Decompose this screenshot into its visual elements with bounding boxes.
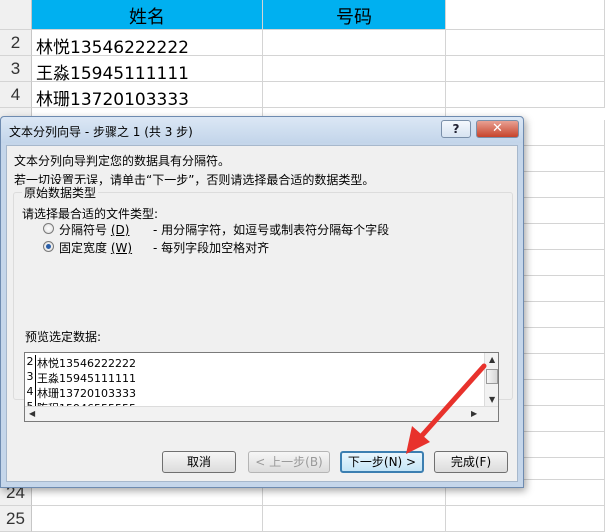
preview-row-number: 4 (25, 385, 36, 400)
dialog-body: 文本分列向导判定您的数据具有分隔符。 若一切设置无误，请单击“下一步”，否则请选… (6, 145, 518, 482)
fixed-width-text: 固定宽度 (59, 241, 108, 255)
cell-header-phone[interactable]: 号码 (263, 0, 446, 30)
preview-label: 预览选定数据: (25, 330, 102, 344)
cell-empty[interactable] (263, 488, 446, 506)
preview-row-number: 2 (25, 355, 36, 370)
cell-empty[interactable] (446, 0, 605, 30)
cell-empty[interactable] (446, 506, 605, 532)
cell-empty[interactable] (263, 506, 446, 532)
cell-empty[interactable] (524, 224, 605, 250)
scroll-right-icon[interactable]: ▶ (471, 409, 477, 418)
delimited-label[interactable]: 分隔符号 (D) (59, 221, 129, 238)
cell-phone-4[interactable] (263, 82, 446, 108)
preview-row-number: 3 (25, 370, 36, 385)
delimited-text: 分隔符号 (59, 223, 108, 237)
scroll-left-icon[interactable]: ◀ (29, 409, 35, 418)
scroll-thumb[interactable] (486, 369, 498, 384)
choose-type-label: 请选择最合适的文件类型: (22, 207, 159, 221)
preview-row: 2 林悦13546222222 (25, 355, 485, 370)
delimited-desc: - 用分隔字符，如逗号或制表符分隔每个字段 (153, 223, 390, 237)
cell-phone-2[interactable] (263, 30, 446, 56)
cell-name-3[interactable]: 王淼15945111111 (32, 56, 263, 84)
delimited-radio[interactable] (43, 223, 54, 234)
row-header-1[interactable] (0, 0, 32, 30)
row-header-2[interactable]: 2 (0, 30, 32, 56)
cancel-button[interactable]: 取消 (162, 451, 236, 473)
cell-name-2[interactable]: 林悦13546222222 (32, 30, 263, 58)
cell-empty[interactable] (524, 146, 605, 172)
cell-empty[interactable] (524, 328, 605, 354)
preview-horizontal-scrollbar[interactable]: ◀ ▶ (25, 406, 498, 421)
cell-empty[interactable] (524, 198, 605, 224)
row-header-25[interactable]: 25 (0, 506, 32, 532)
help-button[interactable]: ? (441, 120, 471, 138)
cell-empty[interactable] (32, 506, 263, 532)
cell-phone-3[interactable] (263, 56, 446, 82)
group-title: 原始数据类型 (22, 184, 99, 201)
cell-empty[interactable] (446, 82, 605, 108)
preview-row: 4 林珊13720103333 (25, 385, 485, 400)
cell-empty[interactable] (524, 458, 605, 480)
cell-name-text: 林悦13546222222 (36, 38, 189, 58)
close-icon: ✕ (492, 121, 503, 136)
next-button[interactable]: 下一步(N) > (340, 451, 424, 473)
fixed-width-desc: - 每列字段加空格对齐 (153, 241, 270, 255)
cell-empty[interactable] (524, 380, 605, 406)
cell-empty[interactable] (446, 30, 605, 56)
preview-row-text: 林珊13720103333 (37, 387, 136, 400)
fixed-width-radio[interactable] (43, 241, 54, 252)
cell-empty[interactable] (446, 56, 605, 82)
text-import-wizard-dialog: 文本分列向导 - 步骤之 1 (共 3 步) ? ✕ 文本分列向导判定您的数据具… (0, 116, 524, 488)
cell-empty[interactable] (524, 276, 605, 302)
cell-name-text: 林珊13720103333 (36, 90, 189, 110)
cell-name-text: 王淼15945111111 (36, 64, 189, 84)
dialog-titlebar[interactable]: 文本分列向导 - 步骤之 1 (共 3 步) ? ✕ (1, 117, 523, 143)
cell-empty[interactable] (32, 488, 263, 506)
cell-empty[interactable] (524, 250, 605, 276)
dialog-title: 文本分列向导 - 步骤之 1 (共 3 步) (9, 125, 193, 139)
close-button[interactable]: ✕ (476, 120, 519, 138)
scroll-up-icon[interactable]: ▲ (489, 355, 495, 364)
help-icon: ? (452, 122, 460, 136)
cell-empty[interactable] (524, 406, 605, 432)
fixed-width-label[interactable]: 固定宽度 (W) (59, 239, 132, 256)
back-button[interactable]: < 上一步(B) (248, 451, 330, 473)
scroll-down-icon[interactable]: ▼ (489, 395, 495, 404)
row-header-3[interactable]: 3 (0, 56, 32, 82)
preview-row-text: 林悦13546222222 (37, 357, 136, 370)
cell-empty[interactable] (524, 432, 605, 458)
fixed-width-shortcut: (W) (110, 241, 133, 255)
preview-row: 3 王淼15945111111 (25, 370, 485, 385)
delimited-shortcut: (D) (110, 223, 130, 237)
cell-header-name[interactable]: 姓名 (32, 0, 263, 30)
cell-empty[interactable] (524, 302, 605, 328)
cell-empty[interactable] (524, 354, 605, 380)
preview-box[interactable]: 2 林悦13546222222 3 王淼15945111111 4 林珊1372… (24, 352, 499, 422)
header-name-text: 姓名 (129, 7, 165, 28)
finish-button[interactable]: 完成(F) (434, 451, 508, 473)
intro-line-1: 文本分列向导判定您的数据具有分隔符。 (14, 154, 231, 168)
cell-name-4[interactable]: 林珊13720103333 (32, 82, 263, 110)
row-header-4[interactable]: 4 (0, 82, 32, 108)
preview-row-text: 王淼15945111111 (37, 372, 136, 385)
cell-empty[interactable] (524, 120, 605, 146)
preview-vertical-scrollbar[interactable]: ▲ ▼ (484, 353, 498, 406)
cell-empty[interactable] (524, 172, 605, 198)
header-phone-text: 号码 (336, 7, 372, 28)
